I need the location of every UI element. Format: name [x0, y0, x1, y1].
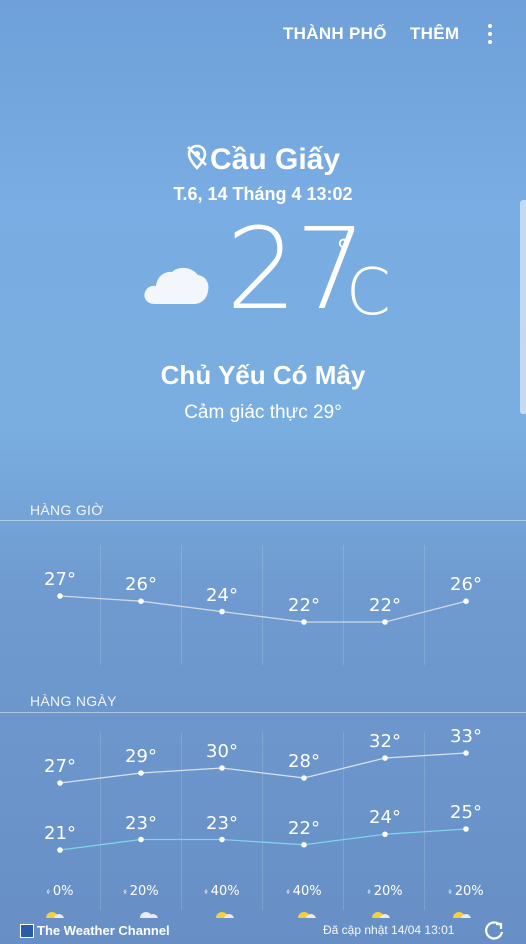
- raindrop-icon: ⬫: [367, 884, 371, 898]
- daily-high-line-point: [301, 775, 307, 781]
- daily-low-line-point: [138, 836, 144, 843]
- precip-value: 20%: [129, 884, 159, 899]
- daily-low-label: 21°: [44, 823, 76, 844]
- refresh-icon[interactable]: [483, 920, 505, 944]
- precip-value: 40%: [292, 884, 322, 899]
- daily-low-line-point: [463, 826, 469, 832]
- precip-chance: ⬫ 20%: [111, 884, 171, 899]
- daily-low-label: 22°: [288, 817, 320, 839]
- daily-high-label: 29°: [125, 746, 157, 767]
- precip-chance: ⬫ 20%: [355, 884, 415, 899]
- precip-value: 20%: [373, 884, 403, 899]
- daily-high-label: 33°: [450, 726, 482, 747]
- raindrop-icon: ⬫: [46, 884, 50, 898]
- daily-low-label: 25°: [450, 802, 482, 823]
- raindrop-icon: ⬫: [286, 884, 290, 898]
- daily-high-line-point: [382, 755, 388, 761]
- daily-low-line-point: [301, 841, 307, 848]
- daily-high-label: 27°: [44, 756, 76, 777]
- daily-high-line-point: [463, 750, 469, 756]
- provider-name[interactable]: The Weather Channel: [37, 923, 170, 938]
- daily-high-line-point: [57, 780, 63, 786]
- raindrop-icon: ⬫: [123, 884, 127, 898]
- daily-high-line-point: [138, 770, 144, 776]
- daily-high-label: 30°: [206, 741, 238, 762]
- precip-value: 20%: [454, 884, 484, 899]
- daily-low-label: 23°: [125, 812, 157, 834]
- precip-chance: ⬫ 40%: [274, 884, 334, 899]
- precip-chance: ⬫ 0%: [30, 884, 90, 899]
- daily-low-line-point: [219, 836, 225, 843]
- raindrop-icon: ⬫: [448, 884, 452, 898]
- last-updated: Đã cập nhật 14/04 13:01: [323, 923, 455, 937]
- weather-channel-logo: [20, 924, 34, 938]
- precip-chance: ⬫ 20%: [436, 884, 496, 899]
- precip-value: 0%: [52, 884, 74, 899]
- precip-chance: ⬫ 40%: [192, 884, 252, 899]
- daily-low-label: 24°: [369, 807, 401, 829]
- daily-high-label: 32°: [369, 731, 401, 752]
- daily-high-label: 28°: [288, 751, 320, 772]
- precip-value: 40%: [210, 884, 240, 899]
- daily-low-line-point: [382, 831, 388, 838]
- raindrop-icon: ⬫: [204, 884, 208, 898]
- daily-low-label: 23°: [206, 812, 238, 834]
- daily-high-line-point: [219, 765, 225, 771]
- daily-low-line-point: [57, 847, 63, 853]
- footer: The Weather Channel Đã cập nhật 14/04 13…: [0, 914, 526, 944]
